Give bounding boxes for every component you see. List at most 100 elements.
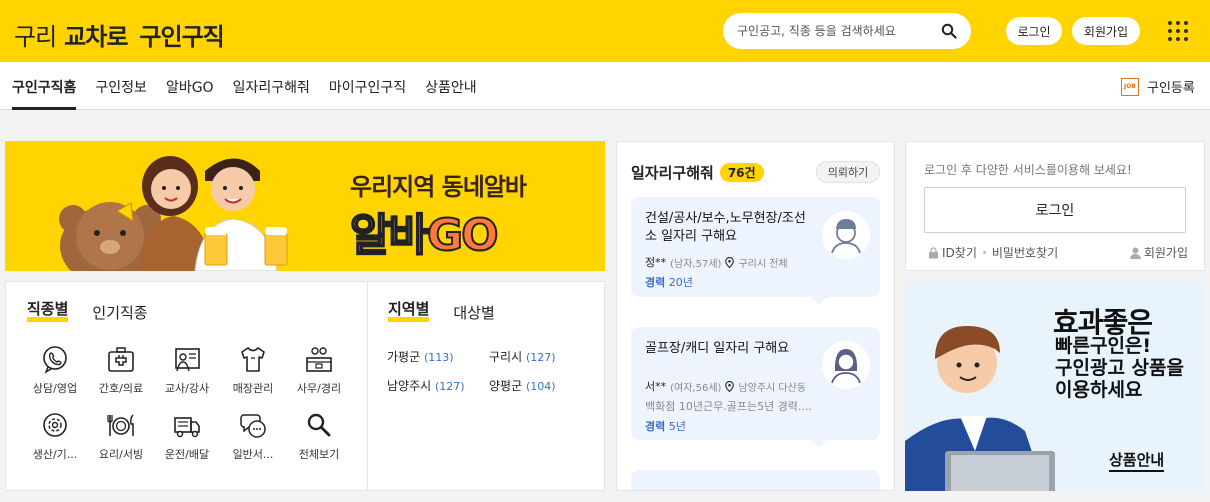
card-info: (여자,56세) bbox=[670, 382, 722, 394]
exp-label: 경력 bbox=[645, 276, 666, 289]
find-id-link[interactable]: ID찾기 bbox=[942, 244, 977, 261]
nav-item-albago[interactable]: 알바GO bbox=[166, 77, 214, 110]
job-request-title: 일자리구해줘 bbox=[631, 164, 714, 182]
category-panel: 직종별 인기직종 상담/영업 간호/의료 교사/강사 매장관리 사무/경리 생산… bbox=[5, 281, 605, 491]
search-input[interactable] bbox=[737, 24, 937, 38]
request-button[interactable]: 의뢰하기 bbox=[816, 161, 880, 183]
product-ad-banner[interactable]: 효과좋은 빠른구인은! 구인광고 상품을 이용하세요 상품안내 bbox=[905, 281, 1205, 491]
tab-by-region[interactable]: 지역별 bbox=[388, 302, 430, 322]
nav-item-products[interactable]: 상품안내 bbox=[425, 77, 477, 110]
login-panel: 로그인 후 다양한 서비스를이용해 보세요! 로그인 ID찾기 비밀번호찾기 회… bbox=[905, 141, 1205, 271]
logo[interactable]: 구리 교차로 구인구직 bbox=[14, 17, 225, 52]
truck-icon bbox=[174, 417, 200, 438]
office-icon bbox=[306, 347, 332, 372]
nav-item-my[interactable]: 마이구인구직 bbox=[329, 77, 406, 110]
location-pin-icon bbox=[725, 256, 735, 268]
category-label: 생산/기... bbox=[32, 448, 78, 461]
lock-icon bbox=[929, 246, 938, 258]
category-delivery[interactable]: 운전/배달 bbox=[154, 410, 220, 462]
medical-kit-icon bbox=[108, 347, 134, 372]
category-label: 요리/서빙 bbox=[98, 448, 144, 461]
region-item[interactable]: 구리시 (127) bbox=[489, 348, 591, 365]
card-name: 서** bbox=[645, 380, 667, 393]
category-label: 전체보기 bbox=[298, 448, 340, 461]
category-cooking[interactable]: 요리/서빙 bbox=[88, 410, 154, 462]
card-location: 남양주시 다산동 bbox=[738, 382, 807, 394]
teacher-icon bbox=[175, 348, 200, 372]
register-label: 구인등록 bbox=[1147, 81, 1195, 96]
grid-menu-icon[interactable] bbox=[1168, 21, 1188, 41]
search-icon[interactable] bbox=[941, 23, 957, 39]
region-item[interactable]: 남양주시 (127) bbox=[387, 377, 489, 394]
male-avatar-icon bbox=[822, 211, 870, 259]
product-info-link[interactable]: 상품안내 bbox=[1109, 449, 1165, 472]
header-join-button[interactable]: 회원가입 bbox=[1072, 17, 1140, 45]
nav-item-jobs[interactable]: 구인정보 bbox=[95, 77, 147, 110]
category-label: 사무/경리 bbox=[296, 382, 342, 395]
nav-item-job-request[interactable]: 일자리구해줘 bbox=[233, 77, 310, 110]
region-item[interactable]: 가평군 (113) bbox=[387, 348, 489, 365]
job-icon: JOB bbox=[1121, 77, 1139, 96]
login-button[interactable]: 로그인 bbox=[924, 187, 1186, 233]
card-description: 백화점 10년근무.골프는5년 경력.... bbox=[645, 400, 812, 413]
card-location: 구리시 전체 bbox=[738, 258, 788, 270]
category-teacher[interactable]: 교사/강사 bbox=[154, 344, 220, 396]
register-job-button[interactable]: JOB 구인등록 bbox=[1121, 77, 1195, 96]
category-general-service[interactable]: 일반서... bbox=[220, 410, 286, 462]
category-label: 운전/배달 bbox=[164, 448, 210, 461]
logo-brand: 교차로 bbox=[64, 23, 128, 51]
user-icon bbox=[1129, 247, 1141, 259]
banner-illustration bbox=[59, 156, 288, 271]
search-box bbox=[723, 13, 971, 49]
ad-line: 이용하세요 bbox=[1055, 379, 1143, 401]
category-store[interactable]: 매장관리 bbox=[220, 344, 286, 396]
category-label: 일반서... bbox=[232, 448, 274, 461]
category-label: 상담/영업 bbox=[32, 382, 78, 395]
job-request-card[interactable]: 건설/공사/보수,노무현장/조선소 일자리 구해요 정** (남자,57세) 구… bbox=[631, 197, 880, 305]
category-label: 매장관리 bbox=[232, 382, 274, 395]
category-view-all[interactable]: 전체보기 bbox=[286, 410, 352, 462]
albago-banner[interactable]: 우리지역 동네알바 알바GO bbox=[5, 141, 605, 271]
region-item[interactable]: 양평군 (104) bbox=[489, 377, 591, 394]
category-label: 교사/강사 bbox=[164, 382, 210, 395]
panel-divider bbox=[367, 282, 368, 490]
login-message: 로그인 후 다양한 서비스를이용해 보세요! bbox=[924, 163, 1132, 177]
category-label: 간호/의료 bbox=[98, 382, 144, 395]
tab-by-job[interactable]: 직종별 bbox=[27, 302, 69, 322]
ad-line: 구인광고 상품을 bbox=[1055, 357, 1184, 379]
female-avatar-icon bbox=[822, 341, 870, 389]
phone-chat-icon bbox=[43, 346, 67, 374]
join-link[interactable]: 회원가입 bbox=[1144, 244, 1188, 261]
card-info: (남자,57세) bbox=[670, 258, 722, 270]
logo-service: 구인구직 bbox=[139, 23, 224, 51]
location-pin-icon bbox=[725, 380, 735, 392]
main-nav: 구인구직홈 구인정보 알바GO 일자리구해줘 마이구인구직 상품안내 JOB 구… bbox=[0, 62, 1210, 110]
category-sales[interactable]: 상담/영업 bbox=[22, 344, 88, 396]
card-name: 정** bbox=[645, 256, 667, 269]
chat-bubble-icon bbox=[240, 414, 266, 438]
job-request-card[interactable] bbox=[631, 470, 880, 490]
dining-icon bbox=[107, 414, 134, 436]
count-badge: 76건 bbox=[719, 163, 764, 182]
search-icon bbox=[307, 413, 331, 437]
category-office[interactable]: 사무/경리 bbox=[286, 344, 352, 396]
find-password-link[interactable]: 비밀번호찾기 bbox=[992, 244, 1058, 261]
category-medical[interactable]: 간호/의료 bbox=[88, 344, 154, 396]
job-request-card[interactable]: 골프장/캐디 일자리 구해요 서** (여자,56세) 남양주시 다산동 백화점… bbox=[631, 327, 880, 448]
exp-value: 5년 bbox=[668, 420, 686, 433]
ad-line: 빠른구인은! bbox=[1055, 335, 1152, 357]
header: 구리 교차로 구인구직 로그인 회원가입 bbox=[0, 0, 1210, 62]
job-request-panel: 일자리구해줘 76건 의뢰하기 건설/공사/보수,노무현장/조선소 일자리 구해… bbox=[616, 141, 895, 491]
logo-region: 구리 bbox=[14, 23, 57, 51]
exp-label: 경력 bbox=[645, 420, 666, 433]
tab-popular-jobs[interactable]: 인기직종 bbox=[92, 302, 147, 323]
card-title: 건설/공사/보수,노무현장/조선소 일자리 구해요 bbox=[645, 211, 806, 244]
tab-by-target[interactable]: 대상별 bbox=[453, 302, 494, 323]
category-production[interactable]: 생산/기... bbox=[22, 410, 88, 462]
header-login-button[interactable]: 로그인 bbox=[1006, 17, 1062, 45]
banner-title: 우리지역 동네알바 bbox=[350, 173, 527, 201]
nav-item-home[interactable]: 구인구직홈 bbox=[12, 77, 77, 110]
shirt-icon bbox=[241, 347, 265, 372]
banner-logo: 알바GO bbox=[349, 209, 499, 262]
exp-value: 20년 bbox=[668, 276, 693, 289]
